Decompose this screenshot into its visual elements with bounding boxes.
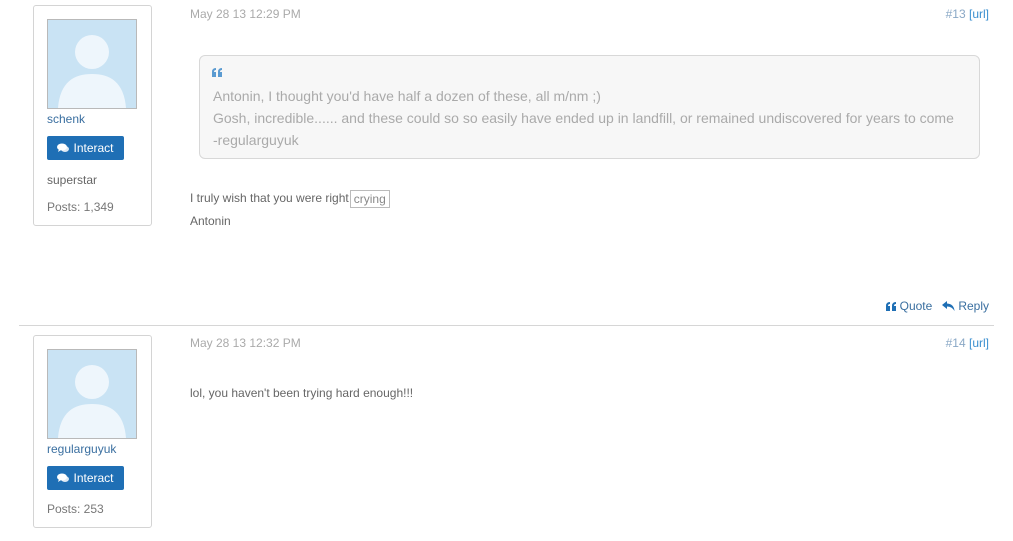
interact-button-label: Interact — [73, 471, 114, 485]
post-signature: Antonin — [190, 214, 231, 228]
avatar[interactable] — [47, 349, 137, 439]
post-number: #13 [url] — [946, 7, 989, 21]
reply-arrow-icon — [942, 301, 955, 311]
reply-button-label: Reply — [958, 299, 989, 313]
crying-emoticon-image: crying — [349, 190, 390, 208]
quote-button[interactable]: Quote — [885, 299, 933, 313]
quote-button-label: Quote — [899, 299, 933, 313]
comments-icon — [57, 143, 70, 152]
user-rank: superstar — [47, 173, 98, 187]
interact-button-label: Interact — [73, 141, 114, 155]
user-info-panel: regularguyuk Interact Posts: 253 — [33, 335, 152, 528]
quote-line: Gosh, incredible...... and these could s… — [213, 110, 954, 126]
quote-text: Antonin, I thought you'd have half a doz… — [213, 85, 954, 151]
quote-line: -regularguyuk — [213, 132, 299, 148]
default-avatar-icon — [48, 350, 136, 438]
interact-button[interactable]: Interact — [47, 136, 124, 160]
post-url-link[interactable]: [url] — [969, 336, 989, 350]
forum-post: schenk Interact superstar Posts: 1,349 M… — [0, 0, 1013, 325]
quote-icon — [212, 68, 222, 77]
image-alt-text: crying — [353, 192, 386, 206]
post-count: Posts: 253 — [47, 502, 104, 516]
post-actions: Quote Reply — [885, 299, 989, 313]
post-date: May 28 13 12:29 PM — [190, 7, 301, 21]
interact-button[interactable]: Interact — [47, 466, 124, 490]
username-link[interactable]: schenk — [47, 112, 85, 126]
username-link[interactable]: regularguyuk — [47, 442, 116, 456]
post-date: May 28 13 12:32 PM — [190, 336, 301, 350]
post-count: Posts: 1,349 — [47, 200, 114, 214]
forum-post: regularguyuk Interact Posts: 253 May 28 … — [0, 326, 1013, 541]
quote-icon — [885, 301, 896, 311]
post-body-line: I truly wish that you were right crying — [190, 190, 390, 208]
post-text: I truly wish that you were right — [190, 191, 349, 206]
comments-icon — [57, 473, 70, 482]
quote-line: Antonin, I thought you'd have half a doz… — [213, 88, 601, 104]
default-avatar-icon — [48, 20, 136, 108]
avatar[interactable] — [47, 19, 137, 109]
post-number-label: #13 — [945, 7, 966, 21]
post-number-label: #14 — [945, 336, 966, 350]
reply-button[interactable]: Reply — [942, 299, 989, 313]
post-url-link[interactable]: [url] — [969, 7, 989, 21]
user-info-panel: schenk Interact superstar Posts: 1,349 — [33, 5, 152, 226]
post-number: #14 [url] — [946, 336, 989, 350]
post-text: lol, you haven't been trying hard enough… — [190, 386, 414, 400]
quote-block: Antonin, I thought you'd have half a doz… — [199, 55, 980, 159]
